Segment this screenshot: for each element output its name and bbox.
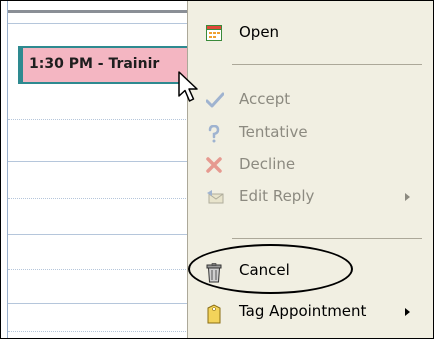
calendar-half-hour-line: [8, 269, 188, 270]
calendar-half-hour-line: [8, 198, 188, 199]
menu-item-open[interactable]: Open: [188, 18, 428, 48]
calendar-hour-line: [8, 303, 188, 304]
checkmark-icon: [205, 92, 225, 108]
mouse-pointer-icon: [178, 71, 200, 107]
submenu-arrow-icon: [405, 308, 410, 316]
calendar-hour-line: [8, 234, 188, 235]
calendar-day-view[interactable]: 1:30 PM - Trainir: [7, 1, 190, 338]
calendar-icon: [206, 25, 222, 41]
highlight-circle-annotation: [188, 244, 353, 294]
menu-item-accept[interactable]: Accept: [188, 85, 428, 115]
menu-item-label: Tentative: [239, 123, 308, 141]
context-menu: Open Accept Tentative Decline Edit Reply…: [187, 1, 433, 338]
menu-item-edit-reply[interactable]: Edit Reply: [188, 182, 428, 212]
calendar-half-hour-line: [8, 331, 188, 332]
calendar-header-divider: [8, 10, 188, 13]
menu-item-label: Open: [239, 23, 280, 41]
menu-item-label: Tag Appointment: [239, 302, 367, 320]
menu-item-label: Decline: [239, 155, 296, 173]
calendar-half-hour-line: [8, 119, 188, 120]
screenshot-frame: 1:30 PM - Trainir Open Accept Tentative …: [0, 0, 434, 339]
submenu-arrow-icon: [405, 193, 410, 201]
question-mark-icon: [206, 124, 222, 143]
calendar-hour-line: [8, 23, 188, 24]
edit-reply-icon: [206, 189, 224, 205]
x-mark-icon: [206, 157, 222, 173]
menu-item-label: Edit Reply: [239, 187, 315, 205]
appointment-label: 1:30 PM - Trainir: [29, 56, 160, 72]
appointment-block[interactable]: 1:30 PM - Trainir: [18, 46, 190, 84]
menu-item-tentative[interactable]: Tentative: [188, 118, 428, 148]
menu-separator: [232, 238, 422, 239]
tag-icon: [206, 304, 222, 324]
menu-separator: [232, 64, 422, 65]
menu-item-tag-appointment[interactable]: Tag Appointment: [188, 297, 428, 327]
menu-item-label: Accept: [239, 90, 291, 108]
calendar-hour-line: [8, 161, 188, 162]
menu-item-decline[interactable]: Decline: [188, 150, 428, 180]
